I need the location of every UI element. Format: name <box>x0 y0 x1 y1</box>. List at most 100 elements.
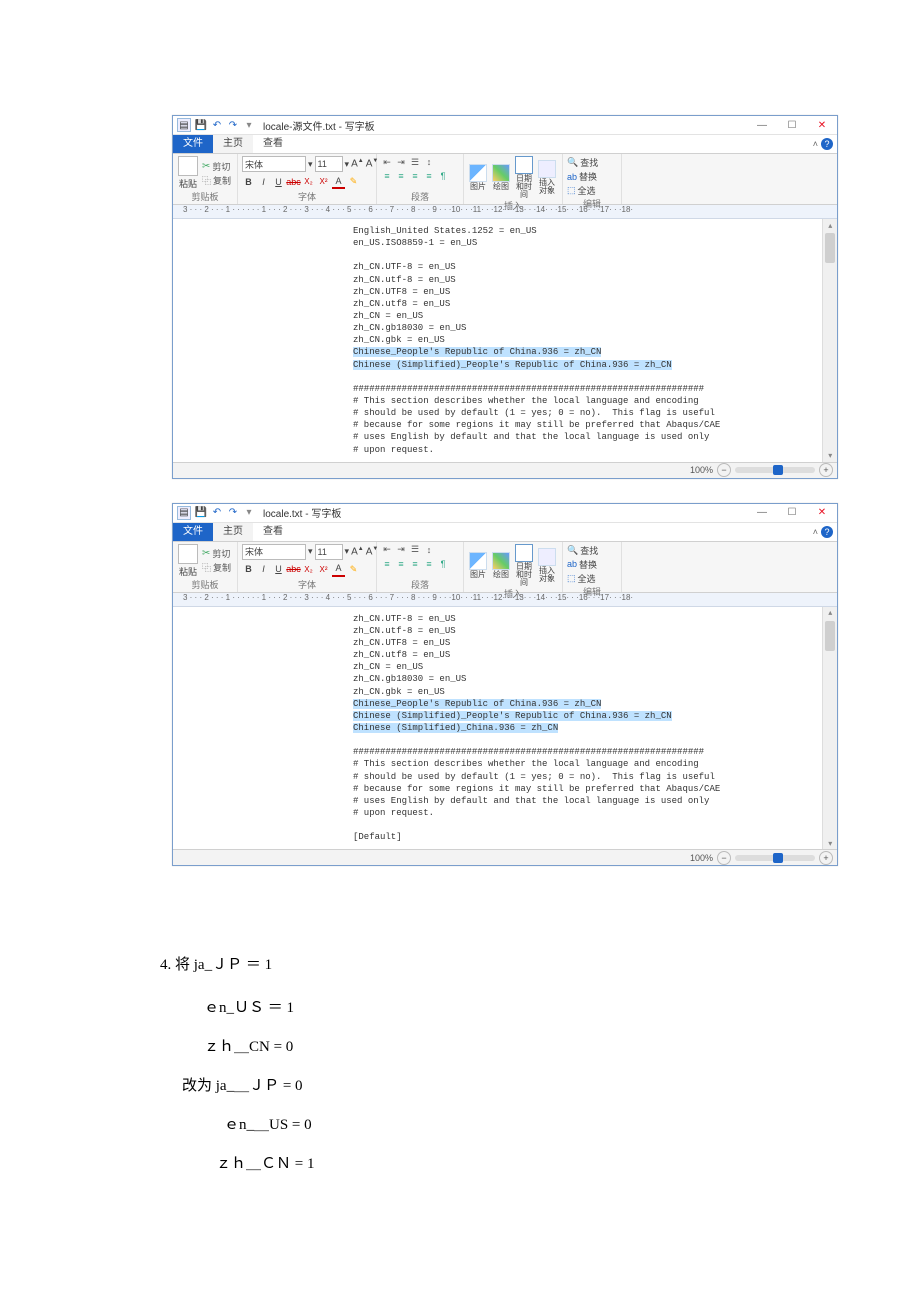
save-icon[interactable]: 💾 <box>195 507 207 519</box>
insert-paint-button[interactable]: 绘图 <box>491 552 511 579</box>
zoom-in-button[interactable]: + <box>819 851 833 865</box>
copy-button[interactable]: ⿻复制 <box>202 561 231 574</box>
undo-icon[interactable]: ↶ <box>211 507 223 519</box>
scroll-down-icon[interactable]: ▾ <box>823 450 837 462</box>
collapse-ribbon-icon[interactable]: ˄ <box>813 527 818 537</box>
font-color-button[interactable]: A <box>332 174 345 189</box>
bold-button[interactable]: B <box>242 175 255 188</box>
insert-paint-button[interactable]: 绘图 <box>491 164 511 191</box>
font-name-dropdown-icon[interactable]: ▾ <box>308 159 313 170</box>
maximize-button[interactable]: ☐ <box>777 504 807 522</box>
bullets-icon[interactable]: ☰ <box>409 156 421 168</box>
superscript-button[interactable]: X² <box>317 175 330 188</box>
undo-icon[interactable]: ↶ <box>211 119 223 131</box>
replace-button[interactable]: ab替换 <box>567 558 597 571</box>
line-spacing-icon[interactable]: ↕ <box>423 156 435 168</box>
grow-font-icon[interactable]: A▲ <box>351 158 364 169</box>
inc-indent-icon[interactable]: ⇥ <box>395 156 407 168</box>
tab-view[interactable]: 查看 <box>253 135 293 153</box>
font-size-combo[interactable]: 11 <box>315 156 343 172</box>
copy-button[interactable]: ⿻复制 <box>202 174 231 187</box>
scroll-up-icon[interactable]: ▴ <box>823 607 837 619</box>
font-color-button[interactable]: A <box>332 562 345 577</box>
paste-button[interactable]: 粘贴 <box>177 544 199 578</box>
close-button[interactable]: ✕ <box>807 116 837 134</box>
document-area[interactable]: zh_CN.UTF-8 = en_USzh_CN.utf-8 = en_USzh… <box>173 607 822 850</box>
insert-picture-button[interactable]: 图片 <box>468 164 488 191</box>
maximize-button[interactable]: ☐ <box>777 116 807 134</box>
app-icon[interactable]: ▤ <box>177 506 191 520</box>
close-button[interactable]: ✕ <box>807 504 837 522</box>
align-center-icon[interactable]: ≡ <box>395 170 407 182</box>
paragraph-dialog-icon[interactable]: ¶ <box>437 170 449 182</box>
titlebar[interactable]: ▤ 💾 ↶ ↷ ▾ locale-源文件.txt - 写字板 — ☐ ✕ <box>173 116 837 135</box>
dec-indent-icon[interactable]: ⇤ <box>381 156 393 168</box>
find-button[interactable]: 🔍查找 <box>567 156 598 169</box>
collapse-ribbon-icon[interactable]: ˄ <box>813 139 818 149</box>
app-icon[interactable]: ▤ <box>177 118 191 132</box>
zoom-out-button[interactable]: − <box>717 463 731 477</box>
bullets-icon[interactable]: ☰ <box>409 544 421 556</box>
insert-datetime-button[interactable]: 日期和时间 <box>514 544 534 587</box>
font-size-dropdown-icon[interactable]: ▾ <box>345 159 350 170</box>
italic-button[interactable]: I <box>257 563 270 576</box>
align-right-icon[interactable]: ≡ <box>409 170 421 182</box>
highlight-button[interactable]: ✎ <box>347 175 360 188</box>
select-all-button[interactable]: ⬚全选 <box>567 572 596 585</box>
select-all-button[interactable]: ⬚全选 <box>567 184 596 197</box>
font-name-dropdown-icon[interactable]: ▾ <box>308 546 313 557</box>
superscript-button[interactable]: X² <box>317 563 330 576</box>
zoom-slider[interactable] <box>735 467 815 473</box>
insert-datetime-button[interactable]: 日期和时间 <box>514 156 534 199</box>
find-button[interactable]: 🔍查找 <box>567 544 598 557</box>
dec-indent-icon[interactable]: ⇤ <box>381 544 393 556</box>
redo-icon[interactable]: ↷ <box>227 119 239 131</box>
underline-button[interactable]: U <box>272 175 285 188</box>
line-spacing-icon[interactable]: ↕ <box>423 544 435 556</box>
qat-dropdown-icon[interactable]: ▾ <box>243 507 255 519</box>
zoom-in-button[interactable]: + <box>819 463 833 477</box>
inc-indent-icon[interactable]: ⇥ <box>395 544 407 556</box>
paragraph-dialog-icon[interactable]: ¶ <box>437 558 449 570</box>
zoom-slider-thumb[interactable] <box>773 465 783 475</box>
bold-button[interactable]: B <box>242 563 255 576</box>
replace-button[interactable]: ab替换 <box>567 170 597 183</box>
zoom-slider-thumb[interactable] <box>773 853 783 863</box>
strike-button[interactable]: abc <box>287 563 300 576</box>
align-justify-icon[interactable]: ≡ <box>423 170 435 182</box>
subscript-button[interactable]: X₂ <box>302 563 315 576</box>
align-center-icon[interactable]: ≡ <box>395 558 407 570</box>
cut-button[interactable]: ✂剪切 <box>202 547 231 560</box>
scroll-up-icon[interactable]: ▴ <box>823 219 837 231</box>
tab-file[interactable]: 文件 <box>173 135 213 153</box>
tab-file[interactable]: 文件 <box>173 523 213 541</box>
help-icon[interactable]: ? <box>821 526 833 538</box>
subscript-button[interactable]: X₂ <box>302 175 315 188</box>
font-name-combo[interactable]: 宋体 <box>242 544 306 560</box>
zoom-slider[interactable] <box>735 855 815 861</box>
scroll-thumb[interactable] <box>825 621 835 651</box>
save-icon[interactable]: 💾 <box>195 119 207 131</box>
strike-button[interactable]: abc <box>287 175 300 188</box>
underline-button[interactable]: U <box>272 563 285 576</box>
italic-button[interactable]: I <box>257 175 270 188</box>
paste-button[interactable]: 粘贴 <box>177 156 199 190</box>
minimize-button[interactable]: — <box>747 116 777 134</box>
font-size-dropdown-icon[interactable]: ▾ <box>345 546 350 557</box>
cut-button[interactable]: ✂剪切 <box>202 160 231 173</box>
tab-home[interactable]: 主页 <box>213 523 253 541</box>
scroll-thumb[interactable] <box>825 233 835 263</box>
align-right-icon[interactable]: ≡ <box>409 558 421 570</box>
vertical-scrollbar[interactable]: ▴ ▾ <box>822 219 837 462</box>
font-size-combo[interactable]: 11 <box>315 544 343 560</box>
font-name-combo[interactable]: 宋体 <box>242 156 306 172</box>
scroll-down-icon[interactable]: ▾ <box>823 837 837 849</box>
qat-dropdown-icon[interactable]: ▾ <box>243 119 255 131</box>
redo-icon[interactable]: ↷ <box>227 507 239 519</box>
vertical-scrollbar[interactable]: ▴ ▾ <box>822 607 837 850</box>
ruler[interactable]: 3 · · · 2 · · · 1 · · · · · · 1 · · · 2 … <box>173 205 837 219</box>
document-area[interactable]: English_United States.1252 = en_USen_US.… <box>173 219 822 462</box>
tab-home[interactable]: 主页 <box>213 135 253 153</box>
titlebar[interactable]: ▤ 💾 ↶ ↷ ▾ locale.txt - 写字板 — ☐ ✕ <box>173 504 837 523</box>
insert-object-button[interactable]: 插入对象 <box>537 548 557 583</box>
